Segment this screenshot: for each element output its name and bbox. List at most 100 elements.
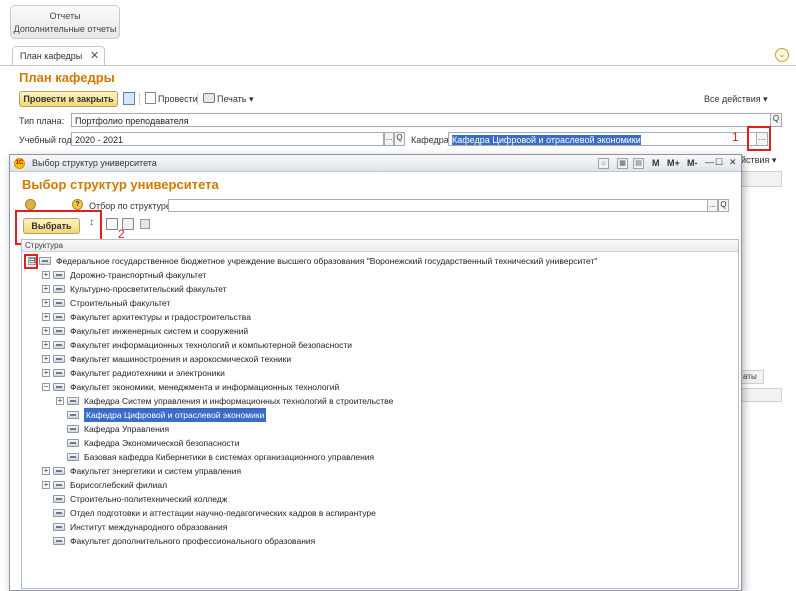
all-actions-button[interactable]: Все действия ▾ [704, 94, 768, 105]
dialog-titlebar: 1С Выбор структур университета ⌂ ▦ ▤ M M… [10, 155, 741, 172]
tree-row[interactable]: + Факультет машиностроения и аэрокосмичес… [22, 352, 738, 366]
tree-item-label: Факультет энергетики и систем управления [70, 466, 242, 476]
expand-icon[interactable]: + [42, 467, 50, 475]
year-field[interactable]: 2020 - 2021 [71, 132, 384, 146]
tree-row[interactable]: Факультет дополнительного профессиональн… [22, 534, 738, 548]
print-menu-button[interactable]: Печать ▾ [217, 94, 254, 105]
department-field[interactable]: Кафедра Цифровой и отраслевой экономики [448, 132, 757, 146]
tree-row[interactable]: Институт международного образования [22, 520, 738, 534]
close-icon[interactable]: ✕ [729, 157, 737, 168]
org-unit-icon [53, 271, 65, 279]
tree-row[interactable]: Кафедра Цифровой и отраслевой экономики [22, 408, 738, 422]
tree-item-label: Факультет архитектуры и градостроительст… [70, 312, 251, 322]
search-icon[interactable]: Q [770, 113, 782, 127]
background-tab-results[interactable]: аты [740, 370, 764, 384]
list-view-icon[interactable] [106, 218, 118, 230]
department-label: Кафедра: [411, 135, 452, 145]
org-unit-icon [53, 523, 65, 531]
tab-plan-kafedry[interactable]: План кафедры ✕ [12, 46, 105, 66]
annotation-marker-1: 1 [732, 130, 739, 144]
expand-icon[interactable]: + [42, 299, 50, 307]
calendar-icon[interactable]: ▤ [633, 158, 644, 169]
tree-item-label: Строительно-политехнический колледж [70, 494, 228, 504]
tree-row[interactable]: + Факультет архитектуры и градостроительс… [22, 310, 738, 324]
tree-rows: ⊟ Федеральное государственное бюджетное у… [22, 254, 738, 588]
tree-row[interactable]: ⊟ Федеральное государственное бюджетное у… [22, 254, 738, 268]
tree-row[interactable]: Отдел подготовки и аттестации научно-пед… [22, 506, 738, 520]
tab-divider [0, 65, 796, 66]
expand-icon[interactable]: + [42, 327, 50, 335]
expand-icon[interactable]: + [42, 313, 50, 321]
tree-row[interactable]: + Факультет инженерных систем и сооружени… [22, 324, 738, 338]
toolbar-divider [139, 93, 140, 105]
tree-row[interactable]: Строительно-политехнический колледж [22, 492, 738, 506]
org-unit-icon [67, 425, 79, 433]
select-button[interactable]: Выбрать [23, 218, 80, 234]
save-icon[interactable] [123, 92, 135, 105]
search-icon[interactable]: Q [718, 199, 729, 212]
page-title: План кафедры [19, 70, 115, 85]
expand-icon[interactable]: + [42, 481, 50, 489]
org-unit-icon [53, 369, 65, 377]
memory-minus-button[interactable]: M- [687, 158, 698, 168]
post-and-close-button[interactable]: Провести и закрыть [19, 91, 118, 107]
tree-row[interactable]: + Факультет энергетики и систем управлени… [22, 464, 738, 478]
structure-tree[interactable]: Структура ⊟ Федеральное государственное б… [21, 239, 739, 589]
expand-icon[interactable]: + [42, 355, 50, 363]
expand-icon[interactable]: + [42, 341, 50, 349]
maximize-icon[interactable]: ☐ [715, 157, 723, 168]
department-select-button[interactable]: ... [756, 132, 768, 146]
all-actions-button-2[interactable]: йствия ▾ [741, 155, 776, 166]
dialog-title: Выбор структур университета [22, 177, 219, 192]
tree-row[interactable]: Базовая кафедра Кибернетики в системах о… [22, 450, 738, 464]
minimize-icon[interactable]: — [705, 157, 714, 167]
tree-item-label: Факультет информационных технологий и ко… [70, 340, 352, 350]
year-select-button[interactable]: ... [384, 132, 394, 146]
tree-row[interactable]: + Кафедра Систем управления и информацион… [22, 394, 738, 408]
tree-row[interactable]: Кафедра Управления [22, 422, 738, 436]
tree-row[interactable]: − Факультет экономики, менеджмента и инфо… [22, 380, 738, 394]
top-menu-panel: Отчеты Дополнительные отчеты [10, 5, 120, 39]
menu-item-additional-reports[interactable]: Дополнительные отчеты [11, 24, 119, 34]
tab-close-icon[interactable]: ✕ [90, 49, 99, 62]
tree-item-label: Кафедра Управления [84, 424, 170, 434]
expand-icon[interactable]: + [42, 369, 50, 377]
plan-type-label: Тип плана: [19, 116, 65, 126]
memory-button[interactable]: M [652, 158, 660, 168]
org-unit-icon [53, 537, 65, 545]
home-icon[interactable]: ⌂ [598, 158, 609, 169]
memory-plus-button[interactable]: M+ [667, 158, 680, 168]
help-icon[interactable]: ? [72, 199, 83, 210]
filter-icon[interactable] [122, 218, 134, 230]
search-icon[interactable]: Q [394, 132, 405, 146]
clear-filter-icon[interactable] [140, 219, 150, 229]
org-unit-icon [53, 341, 65, 349]
calculator-icon[interactable]: ▦ [617, 158, 628, 169]
org-unit-icon [53, 495, 65, 503]
tree-row[interactable]: + Факультет информационных технологий и к… [22, 338, 738, 352]
tree-item-label: Факультет радиотехники и электроники [70, 368, 225, 378]
tree-row[interactable]: + Культурно-просветительский факультет [22, 282, 738, 296]
expand-icon[interactable]: + [56, 397, 64, 405]
collapse-icon[interactable]: − [42, 383, 50, 391]
tree-row[interactable]: + Строительный факультет [22, 296, 738, 310]
tree-row[interactable]: + Дорожно-транспортный факультет [22, 268, 738, 282]
tree-row[interactable]: + Борисоглебский филиал [22, 478, 738, 492]
plan-type-field[interactable]: Портфолио преподавателя [71, 113, 771, 127]
post-button[interactable]: Провести [158, 94, 198, 104]
tree-row[interactable]: + Факультет радиотехники и электроники [22, 366, 738, 380]
expand-icon[interactable]: + [42, 271, 50, 279]
org-unit-icon [53, 355, 65, 363]
column-header-structure[interactable]: Структура [22, 240, 738, 252]
department-value: Кафедра Цифровой и отраслевой экономики [452, 135, 641, 145]
post-document-icon [145, 92, 156, 104]
filter-field[interactable] [168, 199, 708, 212]
tree-item-label: Федеральное государственное бюджетное уч… [56, 256, 598, 266]
filter-select-button[interactable]: ... [707, 199, 718, 212]
sort-icon[interactable]: ↕ [89, 217, 98, 230]
tree-row[interactable]: Кафедра Экономической безопасности [22, 436, 738, 450]
select-button-label: Выбрать [31, 221, 72, 231]
chevron-down-icon[interactable]: ⌄ [775, 48, 789, 62]
menu-item-reports[interactable]: Отчеты [11, 11, 119, 21]
expand-icon[interactable]: + [42, 285, 50, 293]
